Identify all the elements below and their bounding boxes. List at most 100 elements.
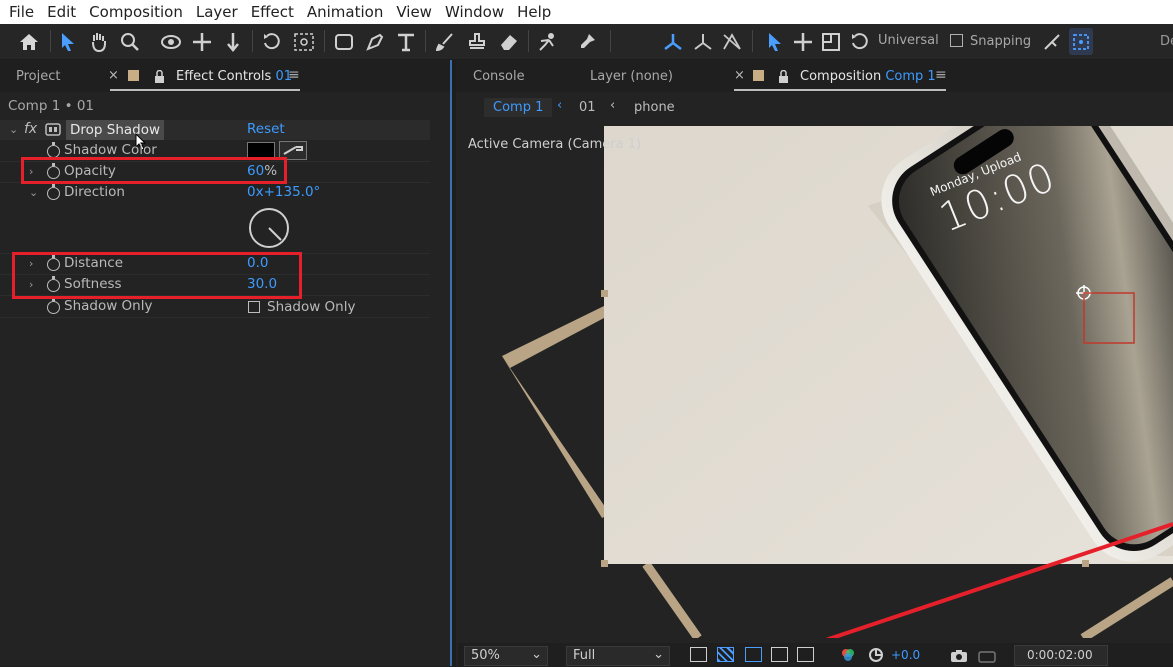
- panel-menu-icon[interactable]: ≡: [935, 67, 947, 83]
- highlight-box-opacity: [21, 157, 287, 184]
- close-icon[interactable]: ×: [108, 68, 119, 83]
- tab-project[interactable]: Project: [16, 69, 60, 84]
- anchor-tool-icon[interactable]: [292, 28, 316, 55]
- lock-icon[interactable]: [154, 68, 165, 87]
- menu-edit[interactable]: Edit: [47, 3, 76, 21]
- guides-icon[interactable]: [797, 647, 814, 662]
- chevron-left-icon: ‹: [557, 98, 563, 113]
- snap-options-icon[interactable]: [1041, 28, 1063, 55]
- puppet-pin-tool-icon[interactable]: [576, 28, 598, 55]
- shadow-only-checkbox-label: Shadow Only: [267, 299, 356, 315]
- direction-value[interactable]: 0x+135.0°: [247, 184, 320, 200]
- dolly-tool-icon[interactable]: [222, 28, 244, 55]
- menu-window[interactable]: Window: [445, 3, 504, 21]
- 3d-scale-tool-icon[interactable]: [820, 28, 842, 55]
- menu-view[interactable]: View: [396, 3, 432, 21]
- mask-path-icon[interactable]: [745, 647, 762, 662]
- stopwatch-icon[interactable]: [47, 184, 60, 200]
- view-axis-icon[interactable]: [720, 28, 744, 55]
- resolution-value: Full: [573, 648, 596, 663]
- reset-link[interactable]: Reset: [247, 121, 285, 137]
- chevron-down-icon[interactable]: ⌄: [9, 123, 18, 136]
- magnification-dropdown[interactable]: 50% ⌄: [464, 646, 548, 666]
- world-axis-icon[interactable]: [691, 28, 715, 55]
- orbit-tool-icon[interactable]: [158, 28, 184, 55]
- menu-composition[interactable]: Composition: [89, 3, 183, 21]
- current-time-field[interactable]: 0:00:02:00: [1014, 645, 1108, 666]
- tab-effect-controls[interactable]: Effect Controls 01: [176, 69, 292, 84]
- highlight-box-distance-softness: [12, 252, 302, 299]
- 3d-rotate-tool-icon[interactable]: [849, 28, 871, 55]
- layer-path: Comp 1 • 01: [8, 98, 95, 114]
- chevron-down-icon[interactable]: ⌄: [29, 186, 38, 199]
- breadcrumb: Comp 1 ‹ 01 ‹ phone: [456, 92, 1173, 122]
- roto-brush-tool-icon[interactable]: [536, 28, 560, 55]
- menu-effect[interactable]: Effect: [251, 3, 294, 21]
- fast-preview-icon[interactable]: [690, 647, 707, 662]
- show-snapshot-icon[interactable]: [978, 648, 996, 667]
- toolbar-divider: [610, 30, 611, 52]
- menu-layer[interactable]: Layer: [196, 3, 238, 21]
- exposure-value[interactable]: +0.0: [891, 648, 920, 662]
- pan-tool-icon[interactable]: [191, 28, 213, 55]
- left-panel-tabs: Project × Effect Controls 01 ≡: [0, 60, 450, 92]
- 3d-selection-tool-icon[interactable]: [764, 28, 786, 55]
- breadcrumb-item-layer[interactable]: 01: [579, 100, 596, 115]
- menu-animation[interactable]: Animation: [307, 3, 383, 21]
- color-channels-icon[interactable]: [840, 647, 856, 667]
- property-row-direction: ⌄ Direction 0x+135.0°: [0, 183, 430, 253]
- 3d-move-tool-icon[interactable]: [792, 28, 814, 55]
- snapshot-camera-icon[interactable]: [950, 648, 968, 667]
- region-of-interest-icon[interactable]: [771, 647, 788, 662]
- toolbar-divider: [425, 30, 426, 52]
- row-divider: [0, 317, 430, 318]
- composition-viewer[interactable]: Monday, Upload 10:00 Active Camera (Came…: [458, 126, 1173, 638]
- toolbar-divider: [528, 30, 529, 52]
- menu-help[interactable]: Help: [517, 3, 551, 21]
- tab-composition[interactable]: Composition Comp 1: [800, 69, 936, 84]
- hand-tool-icon[interactable]: [88, 28, 110, 55]
- clone-stamp-tool-icon[interactable]: [466, 28, 488, 55]
- effect-preset-icon: [45, 123, 61, 140]
- breadcrumb-item-phone[interactable]: phone: [634, 100, 675, 115]
- close-icon[interactable]: ×: [734, 68, 745, 83]
- angle-dial[interactable]: [247, 206, 291, 254]
- active-tab-underline: [110, 89, 300, 91]
- tab-layer[interactable]: Layer (none): [590, 69, 673, 84]
- tab-effect-controls-label: Effect Controls: [176, 69, 272, 84]
- transparency-grid-icon[interactable]: [717, 647, 734, 662]
- rotate-tool-icon[interactable]: [261, 28, 283, 55]
- shadow-only-checkbox[interactable]: [248, 301, 260, 313]
- resolution-dropdown[interactable]: Full ⌄: [566, 646, 670, 666]
- breadcrumb-item-comp[interactable]: Comp 1: [484, 98, 553, 117]
- home-icon[interactable]: [17, 28, 41, 55]
- rectangle-tool-icon[interactable]: [333, 28, 355, 55]
- brush-tool-icon[interactable]: [434, 28, 456, 55]
- selection-tool-icon[interactable]: [57, 28, 79, 55]
- right-panel-tabs: Console Layer (none) × Composition Comp …: [456, 60, 1173, 92]
- fx-toggle[interactable]: fx: [24, 121, 37, 137]
- panel-menu-icon[interactable]: ≡: [288, 67, 300, 83]
- toolbar-divider: [50, 30, 51, 52]
- viewer-bottom-bar: 50% ⌄ Full ⌄ +0.0 0:00:02:00: [458, 643, 1173, 666]
- snapping-checkbox[interactable]: [950, 34, 963, 47]
- tab-console[interactable]: Console: [473, 69, 525, 84]
- exposure-reset-icon[interactable]: [868, 647, 884, 667]
- eraser-tool-icon[interactable]: [497, 28, 521, 55]
- effect-header-row: ⌄ fx Drop Shadow Reset: [0, 120, 430, 140]
- property-row-shadow-only: Shadow Only Shadow Only: [0, 297, 430, 317]
- menu-file[interactable]: File: [9, 3, 34, 21]
- universal-label[interactable]: Universal: [878, 33, 939, 48]
- snap-grid-icon[interactable]: [1069, 28, 1093, 55]
- type-tool-icon[interactable]: [395, 28, 417, 55]
- active-tab-underline: [734, 89, 946, 91]
- zoom-tool-icon[interactable]: [119, 28, 141, 55]
- viewer-canvas: [502, 126, 1173, 638]
- pen-tool-icon[interactable]: [364, 28, 386, 55]
- workspace-label[interactable]: De: [1160, 34, 1173, 49]
- chevron-left-icon: ‹: [610, 98, 616, 113]
- stopwatch-icon[interactable]: [47, 298, 60, 314]
- local-axis-icon[interactable]: [661, 28, 685, 55]
- lock-icon[interactable]: [778, 68, 789, 87]
- effect-name[interactable]: Drop Shadow: [66, 120, 165, 140]
